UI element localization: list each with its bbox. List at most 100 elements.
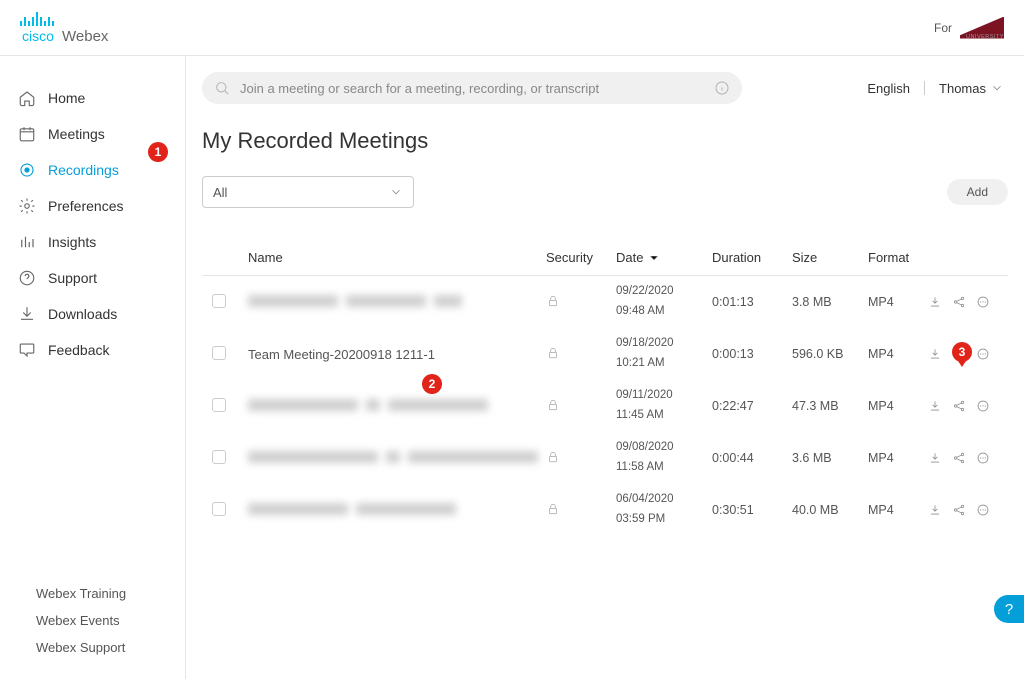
webex-wordmark: Webex [62, 29, 108, 44]
recording-date: 06/04/202003:59 PM [616, 492, 712, 527]
row-checkbox[interactable] [212, 398, 226, 412]
row-checkbox[interactable] [212, 346, 226, 360]
download-button[interactable] [928, 295, 942, 309]
lock-icon [546, 502, 560, 516]
recordings-table: Name Security Date Duration Size Format … [202, 250, 1008, 536]
recording-name[interactable]: Team Meeting-20200918 1211-1 [240, 347, 546, 362]
main-top: English Thomas [186, 56, 1024, 104]
chevron-down-icon [389, 185, 403, 199]
link-webex-support[interactable]: Webex Support [36, 640, 167, 655]
recording-name-redacted [240, 451, 546, 466]
sidebar-item-home[interactable]: Home [0, 80, 185, 116]
topbar: cisco Webex For [0, 0, 1024, 56]
lock-icon [546, 294, 560, 308]
more-button[interactable] [976, 451, 990, 465]
row-actions [928, 399, 1008, 413]
filter-select[interactable]: All [202, 176, 414, 208]
table-row: 09/22/202009:48 AM0:01:133.8 MBMP4 [202, 276, 1008, 328]
org-label: For [934, 17, 1004, 39]
sidebar-item-feedback[interactable]: Feedback [0, 332, 185, 368]
table-row: 09/08/202011:58 AM0:00:443.6 MBMP4 [202, 432, 1008, 484]
help-button[interactable]: ? [994, 595, 1024, 623]
filter-select-value: All [213, 185, 227, 200]
chat-icon [18, 341, 36, 359]
col-name-header[interactable]: Name [240, 250, 546, 265]
col-size-header[interactable]: Size [792, 250, 868, 265]
col-format-header[interactable]: Format [868, 250, 928, 265]
link-webex-training[interactable]: Webex Training [36, 586, 167, 601]
download-button[interactable] [928, 347, 942, 361]
sidebar-item-label: Insights [48, 234, 96, 250]
recording-duration: 0:30:51 [712, 503, 792, 517]
sidebar-item-label: Recordings [48, 162, 119, 178]
download-button[interactable] [928, 451, 942, 465]
step-badge-2: 2 [422, 374, 442, 394]
share-button[interactable] [952, 503, 966, 517]
more-button[interactable] [976, 347, 990, 361]
col-date-header[interactable]: Date [616, 250, 712, 265]
sidebar-item-support[interactable]: Support [0, 260, 185, 296]
question-icon [18, 269, 36, 287]
share-button[interactable] [952, 399, 966, 413]
searchbar[interactable] [202, 72, 742, 104]
user-menu[interactable]: Thomas [939, 81, 1004, 96]
home-icon [18, 89, 36, 107]
lock-icon [546, 450, 560, 464]
download-button[interactable] [928, 399, 942, 413]
row-actions [928, 503, 1008, 517]
row-actions [928, 451, 1008, 465]
recording-duration: 0:22:47 [712, 399, 792, 413]
recording-duration: 0:00:44 [712, 451, 792, 465]
search-icon [214, 80, 230, 96]
sidebar-item-label: Home [48, 90, 85, 106]
chevron-down-icon [647, 251, 661, 265]
recording-format: MP4 [868, 399, 928, 413]
row-actions [928, 295, 1008, 309]
sidebar-item-label: Support [48, 270, 97, 286]
share-button[interactable] [952, 451, 966, 465]
recording-name-redacted [240, 295, 546, 310]
download-button[interactable] [928, 503, 942, 517]
sidebar-item-label: Feedback [48, 342, 109, 358]
lock-icon [546, 346, 560, 360]
sidebar-item-downloads[interactable]: Downloads [0, 296, 185, 332]
more-button[interactable] [976, 399, 990, 413]
table-header-row: Name Security Date Duration Size Format [202, 250, 1008, 276]
col-duration-header[interactable]: Duration [712, 250, 792, 265]
step-badge-1: 1 [148, 142, 168, 162]
recording-duration: 0:01:13 [712, 295, 792, 309]
recording-date: 09/11/202011:45 AM [616, 388, 712, 423]
row-checkbox[interactable] [212, 294, 226, 308]
sidebar-item-label: Meetings [48, 126, 105, 142]
recording-format: MP4 [868, 295, 928, 309]
share-button[interactable] [952, 295, 966, 309]
link-webex-events[interactable]: Webex Events [36, 613, 167, 628]
col-security-header[interactable]: Security [546, 250, 616, 265]
info-icon[interactable] [714, 80, 730, 96]
recording-size: 3.6 MB [792, 451, 868, 465]
cisco-wordmark: cisco [22, 28, 54, 44]
sidebar-bottom-links: Webex Training Webex Events Webex Suppor… [0, 586, 185, 679]
controls-row: All Add [202, 176, 1008, 208]
more-button[interactable] [976, 503, 990, 517]
row-checkbox[interactable] [212, 502, 226, 516]
calendar-icon [18, 125, 36, 143]
table-row: Team Meeting-20200918 1211-109/18/202010… [202, 328, 1008, 380]
sidebar-item-preferences[interactable]: Preferences [0, 188, 185, 224]
recording-size: 596.0 KB [792, 347, 868, 361]
chart-icon [18, 233, 36, 251]
gear-icon [18, 197, 36, 215]
row-checkbox[interactable] [212, 450, 226, 464]
language-link[interactable]: English [867, 81, 910, 96]
search-input[interactable] [238, 80, 706, 97]
recording-format: MP4 [868, 503, 928, 517]
divider [924, 81, 925, 95]
recording-size: 40.0 MB [792, 503, 868, 517]
step-badge-3: 3 [952, 342, 972, 362]
add-button[interactable]: Add [947, 179, 1008, 205]
more-button[interactable] [976, 295, 990, 309]
recording-name-redacted [240, 399, 546, 414]
sidebar-item-label: Downloads [48, 306, 117, 322]
table-row: 06/04/202003:59 PM0:30:5140.0 MBMP4 [202, 484, 1008, 536]
sidebar-item-insights[interactable]: Insights [0, 224, 185, 260]
